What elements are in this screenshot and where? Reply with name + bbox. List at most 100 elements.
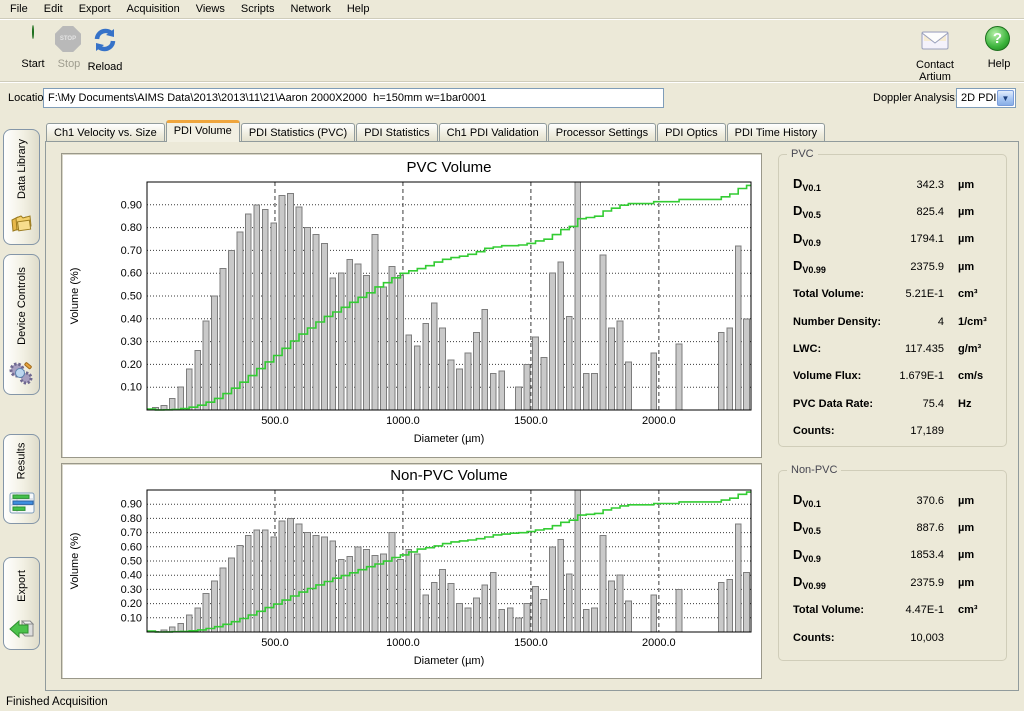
help-button[interactable]: ? Help bbox=[970, 24, 1024, 70]
stat-label: Total Volume: bbox=[793, 604, 886, 616]
tab-pdi-statistics-pvc[interactable]: PDI Statistics (PVC) bbox=[241, 123, 355, 142]
stat-value: 10,003 bbox=[886, 632, 950, 644]
histogram-bar bbox=[262, 530, 268, 632]
pvc-volume-chart-panel: 0.100.200.300.400.500.600.700.800.90500.… bbox=[61, 153, 762, 458]
svg-text:2000.0: 2000.0 bbox=[642, 415, 676, 427]
menu-item-acquisition[interactable]: Acquisition bbox=[119, 1, 188, 17]
help-icon: ? bbox=[985, 26, 1013, 54]
svg-text:0.40: 0.40 bbox=[121, 570, 142, 582]
doppler-analysis-select[interactable]: 2D PDI ▼ bbox=[956, 88, 1016, 108]
stat-row: Counts:17,189 bbox=[779, 418, 1006, 445]
stat-value: 342.3 bbox=[886, 179, 950, 191]
svg-text:1000.0: 1000.0 bbox=[386, 637, 420, 649]
histogram-bar bbox=[279, 521, 285, 632]
stat-unit: µm bbox=[950, 206, 1002, 218]
histogram-bar bbox=[262, 209, 268, 410]
histogram-bar bbox=[533, 587, 539, 632]
tab-processor-settings[interactable]: Processor Settings bbox=[548, 123, 656, 142]
stat-row: Volume Flux:1.679E-1cm/s bbox=[779, 363, 1006, 390]
folders-icon bbox=[8, 208, 36, 239]
stat-row: DV0.5887.6µm bbox=[779, 514, 1006, 541]
svg-text:0.20: 0.20 bbox=[121, 598, 142, 610]
menu-item-file[interactable]: File bbox=[2, 1, 36, 17]
menu-bar: FileEditExportAcquisitionViewsScriptsNet… bbox=[0, 0, 1024, 19]
stat-value: 17,189 bbox=[886, 425, 950, 437]
histogram-bar bbox=[169, 399, 175, 410]
tab-pdi-optics[interactable]: PDI Optics bbox=[657, 123, 726, 142]
stat-value: 887.6 bbox=[886, 522, 950, 534]
menu-item-views[interactable]: Views bbox=[188, 1, 233, 17]
tab-ch1-velocity-vs-size[interactable]: Ch1 Velocity vs. Size bbox=[46, 123, 165, 142]
histogram-bar bbox=[203, 321, 209, 410]
menu-item-network[interactable]: Network bbox=[282, 1, 338, 17]
sidebar-item-data-library[interactable]: Data Library bbox=[3, 129, 40, 245]
histogram-bar bbox=[541, 599, 547, 632]
histogram-bar bbox=[330, 278, 336, 410]
histogram-bar bbox=[617, 321, 623, 410]
histogram-bar bbox=[288, 193, 294, 410]
sidebar-item-results[interactable]: Results bbox=[3, 434, 40, 524]
sidebar-item-export[interactable]: Export bbox=[3, 557, 40, 650]
histogram-bar bbox=[727, 328, 733, 410]
stat-row: DV0.91853.4µm bbox=[779, 542, 1006, 569]
tab-pdi-time-history[interactable]: PDI Time History bbox=[727, 123, 826, 142]
histogram-bar bbox=[389, 533, 395, 632]
sidebar-item-label: Data Library bbox=[0, 130, 51, 208]
menu-item-scripts[interactable]: Scripts bbox=[233, 1, 283, 17]
histogram-bar bbox=[744, 319, 750, 410]
tab-pdi-volume[interactable]: PDI Volume bbox=[166, 120, 240, 142]
menu-item-export[interactable]: Export bbox=[71, 1, 119, 17]
histogram-bar bbox=[220, 568, 226, 632]
stat-row: PVC Data Rate:75.4Hz bbox=[779, 390, 1006, 417]
aims-application-window: FileEditExportAcquisitionViewsScriptsNet… bbox=[0, 0, 1024, 711]
histogram-bar bbox=[372, 234, 378, 410]
stat-value: 1794.1 bbox=[886, 233, 950, 245]
histogram-bar bbox=[626, 362, 632, 410]
chevron-down-icon[interactable]: ▼ bbox=[997, 90, 1014, 106]
stat-value: 1.679E-1 bbox=[886, 370, 950, 382]
histogram-bar bbox=[271, 537, 277, 632]
location-input[interactable] bbox=[43, 88, 664, 108]
stat-label: DV0.1 bbox=[793, 492, 886, 509]
x-axis-label: Diameter (µm) bbox=[414, 433, 485, 445]
histogram-bar bbox=[448, 360, 454, 410]
stat-label: DV0.99 bbox=[793, 574, 886, 591]
sidebar-item-device-controls[interactable]: Device Controls bbox=[3, 254, 40, 395]
tab-ch1-pdi-validation[interactable]: Ch1 PDI Validation bbox=[439, 123, 547, 142]
histogram-bar bbox=[583, 609, 589, 632]
stat-unit: µm bbox=[950, 233, 1002, 245]
stat-value: 825.4 bbox=[886, 206, 950, 218]
histogram-bar bbox=[355, 547, 361, 632]
histogram-bar bbox=[381, 554, 387, 632]
doppler-analysis-value: 2D PDI bbox=[957, 92, 997, 104]
histogram-bar bbox=[600, 255, 606, 410]
tab-pdi-statistics[interactable]: PDI Statistics bbox=[356, 123, 437, 142]
reload-button[interactable]: Reload bbox=[76, 24, 134, 73]
histogram-bar bbox=[549, 273, 555, 410]
histogram-bar bbox=[212, 296, 218, 410]
stat-value: 4.47E-1 bbox=[886, 604, 950, 616]
histogram-bar bbox=[355, 264, 361, 410]
stat-label: DV0.9 bbox=[793, 547, 886, 564]
histogram-bar bbox=[533, 337, 539, 410]
menu-item-edit[interactable]: Edit bbox=[36, 1, 71, 17]
stat-label: DV0.5 bbox=[793, 203, 886, 220]
reload-button-label: Reload bbox=[76, 61, 134, 73]
svg-text:0.40: 0.40 bbox=[121, 313, 142, 325]
stat-unit: µm bbox=[950, 549, 1002, 561]
histogram-bar bbox=[414, 554, 420, 632]
histogram-bar bbox=[617, 575, 623, 632]
histogram-bar bbox=[727, 579, 733, 632]
histogram-bar bbox=[735, 246, 741, 410]
contact-artium-button[interactable]: Contact Artium bbox=[900, 24, 970, 83]
svg-text:0.50: 0.50 bbox=[121, 556, 142, 568]
stat-label: Total Volume: bbox=[793, 288, 886, 300]
svg-text:0.70: 0.70 bbox=[121, 527, 142, 539]
doppler-analysis-label: Doppler Analysis: bbox=[873, 92, 958, 104]
menu-item-help[interactable]: Help bbox=[339, 1, 378, 17]
histogram-bar bbox=[330, 541, 336, 632]
histogram-bar bbox=[583, 374, 589, 410]
histogram-bar bbox=[321, 244, 327, 410]
histogram-bar bbox=[305, 533, 311, 632]
svg-text:0.70: 0.70 bbox=[121, 245, 142, 257]
